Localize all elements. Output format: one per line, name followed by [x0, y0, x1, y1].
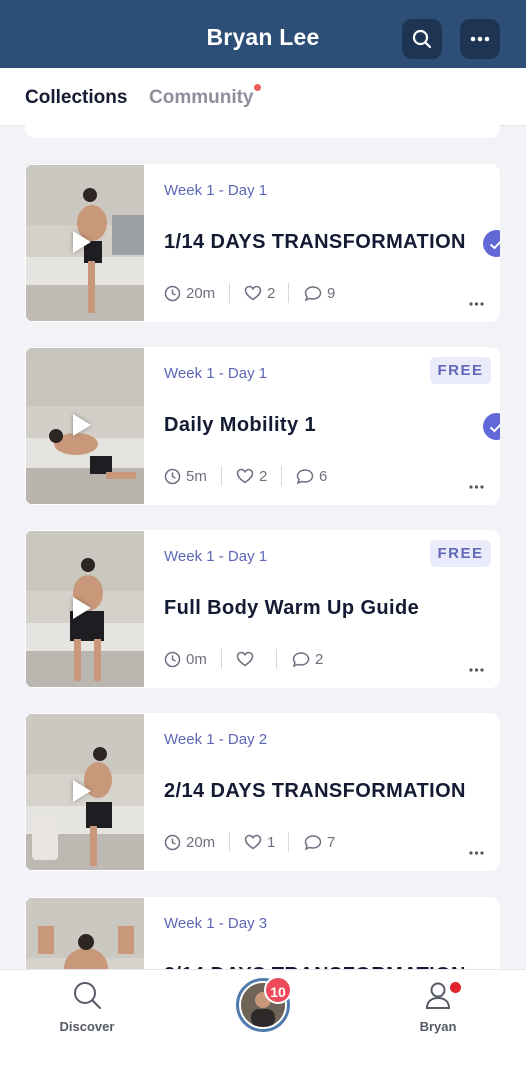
search-icon	[74, 982, 101, 1009]
free-badge: FREE	[430, 357, 491, 384]
card-options-button[interactable]	[469, 293, 484, 311]
stat-divider	[229, 832, 230, 852]
workout-stats: 20m 1 7	[164, 831, 464, 853]
workout-title: 1/14 DAYS TRANSFORMATION	[164, 231, 466, 253]
ellipsis-icon	[469, 668, 484, 672]
card-options-button[interactable]	[469, 842, 484, 860]
duration-value: 0m	[186, 650, 207, 668]
video-thumbnail[interactable]	[26, 714, 144, 870]
stat-divider	[221, 466, 222, 486]
comments-stat[interactable]: 7	[304, 831, 335, 853]
week-day-label: Week 1 - Day 2	[164, 731, 268, 748]
workout-title: Daily Mobility 1	[164, 414, 316, 436]
comments-stat[interactable]: 9	[304, 282, 335, 304]
tab-community[interactable]: Community	[149, 87, 254, 109]
list-item-partial[interactable]	[25, 118, 500, 138]
ellipsis-icon	[470, 36, 490, 42]
video-thumbnail[interactable]	[26, 348, 144, 504]
card-options-button[interactable]	[469, 476, 484, 494]
free-badge: FREE	[430, 540, 491, 567]
completed-check-icon	[483, 413, 500, 440]
duration-stat: 0m	[164, 648, 207, 670]
workout-card[interactable]: Week 1 - Day 1 FREE Daily Mobility 1 5m …	[25, 347, 500, 505]
clock-icon	[164, 834, 181, 850]
duration-value: 20m	[186, 833, 216, 851]
ellipsis-icon	[469, 851, 484, 855]
search-button[interactable]	[402, 19, 442, 59]
week-day-label: Week 1 - Day 1	[164, 365, 268, 382]
app-header: Bryan Lee	[0, 0, 526, 68]
play-icon	[73, 780, 91, 802]
week-day-label: Week 1 - Day 1	[164, 182, 268, 199]
duration-stat: 20m	[164, 831, 215, 853]
comment-icon	[304, 834, 322, 850]
workout-title: Full Body Warm Up Guide	[164, 597, 420, 619]
card-options-button[interactable]	[469, 659, 484, 677]
clock-icon	[164, 651, 181, 667]
stat-divider	[288, 832, 289, 852]
heart-icon	[244, 285, 262, 301]
comments-stat[interactable]: 2	[292, 648, 323, 670]
tab-collections[interactable]: Collections	[25, 87, 127, 109]
stat-divider	[276, 649, 277, 669]
nav-profile-label: Bryan	[419, 1019, 457, 1034]
workout-stats: 20m 2 9	[164, 282, 464, 304]
clock-icon	[164, 285, 181, 301]
week-day-label: Week 1 - Day 3	[164, 915, 268, 932]
workout-card[interactable]: Week 1 - Day 1 FREE Full Body Warm Up Gu…	[25, 530, 500, 688]
comments-count: 2	[315, 650, 324, 668]
nav-discover-label: Discover	[59, 1019, 115, 1034]
likes-stat[interactable]	[236, 648, 259, 670]
comment-icon	[304, 285, 322, 301]
nav-profile[interactable]: Bryan	[398, 980, 478, 1034]
workout-stats: 0m 2	[164, 648, 464, 670]
more-options-button[interactable]	[460, 19, 500, 59]
notification-badge: 10	[264, 976, 292, 1004]
user-icon	[425, 982, 451, 1009]
stat-divider	[229, 283, 230, 303]
community-notification-dot	[254, 84, 261, 91]
ellipsis-icon	[469, 485, 484, 489]
stat-divider	[288, 283, 289, 303]
duration-stat: 5m	[164, 465, 207, 487]
heart-icon	[236, 651, 254, 667]
stat-divider	[281, 466, 282, 486]
duration-stat: 20m	[164, 282, 215, 304]
stat-divider	[221, 649, 222, 669]
week-day-label: Week 1 - Day 1	[164, 548, 268, 565]
clock-icon	[164, 468, 181, 484]
video-thumbnail[interactable]	[26, 531, 144, 687]
likes-stat[interactable]: 2	[244, 282, 275, 304]
likes-count: 2	[267, 284, 276, 302]
comments-stat[interactable]: 6	[296, 465, 327, 487]
bottom-navigation: Discover 10 Bryan	[0, 970, 526, 1080]
workout-stats: 5m 2 6	[164, 465, 464, 487]
play-icon	[73, 414, 91, 436]
likes-stat[interactable]: 2	[236, 465, 267, 487]
ellipsis-icon	[469, 302, 484, 306]
profile-title: Bryan Lee	[206, 24, 320, 50]
likes-count: 1	[267, 833, 276, 851]
duration-value: 20m	[186, 284, 216, 302]
video-thumbnail[interactable]	[26, 165, 144, 321]
play-icon	[73, 231, 91, 253]
workout-card[interactable]: Week 1 - Day 2 2/14 DAYS TRANSFORMATION …	[25, 713, 500, 871]
completed-check-icon	[483, 230, 500, 257]
comments-count: 6	[319, 467, 328, 485]
nav-discover[interactable]: Discover	[47, 980, 127, 1034]
comment-icon	[292, 651, 310, 667]
heart-icon	[244, 834, 262, 850]
workout-title: 2/14 DAYS TRANSFORMATION	[164, 780, 466, 802]
play-icon	[73, 597, 91, 619]
likes-stat[interactable]: 1	[244, 831, 275, 853]
search-icon	[412, 29, 432, 49]
heart-icon	[236, 468, 254, 484]
comments-count: 9	[327, 284, 336, 302]
comment-icon	[296, 468, 314, 484]
comments-count: 7	[327, 833, 336, 851]
workout-card[interactable]: Week 1 - Day 1 1/14 DAYS TRANSFORMATION …	[25, 164, 500, 322]
profile-notification-dot	[450, 982, 461, 993]
duration-value: 5m	[186, 467, 207, 485]
likes-count: 2	[259, 467, 268, 485]
